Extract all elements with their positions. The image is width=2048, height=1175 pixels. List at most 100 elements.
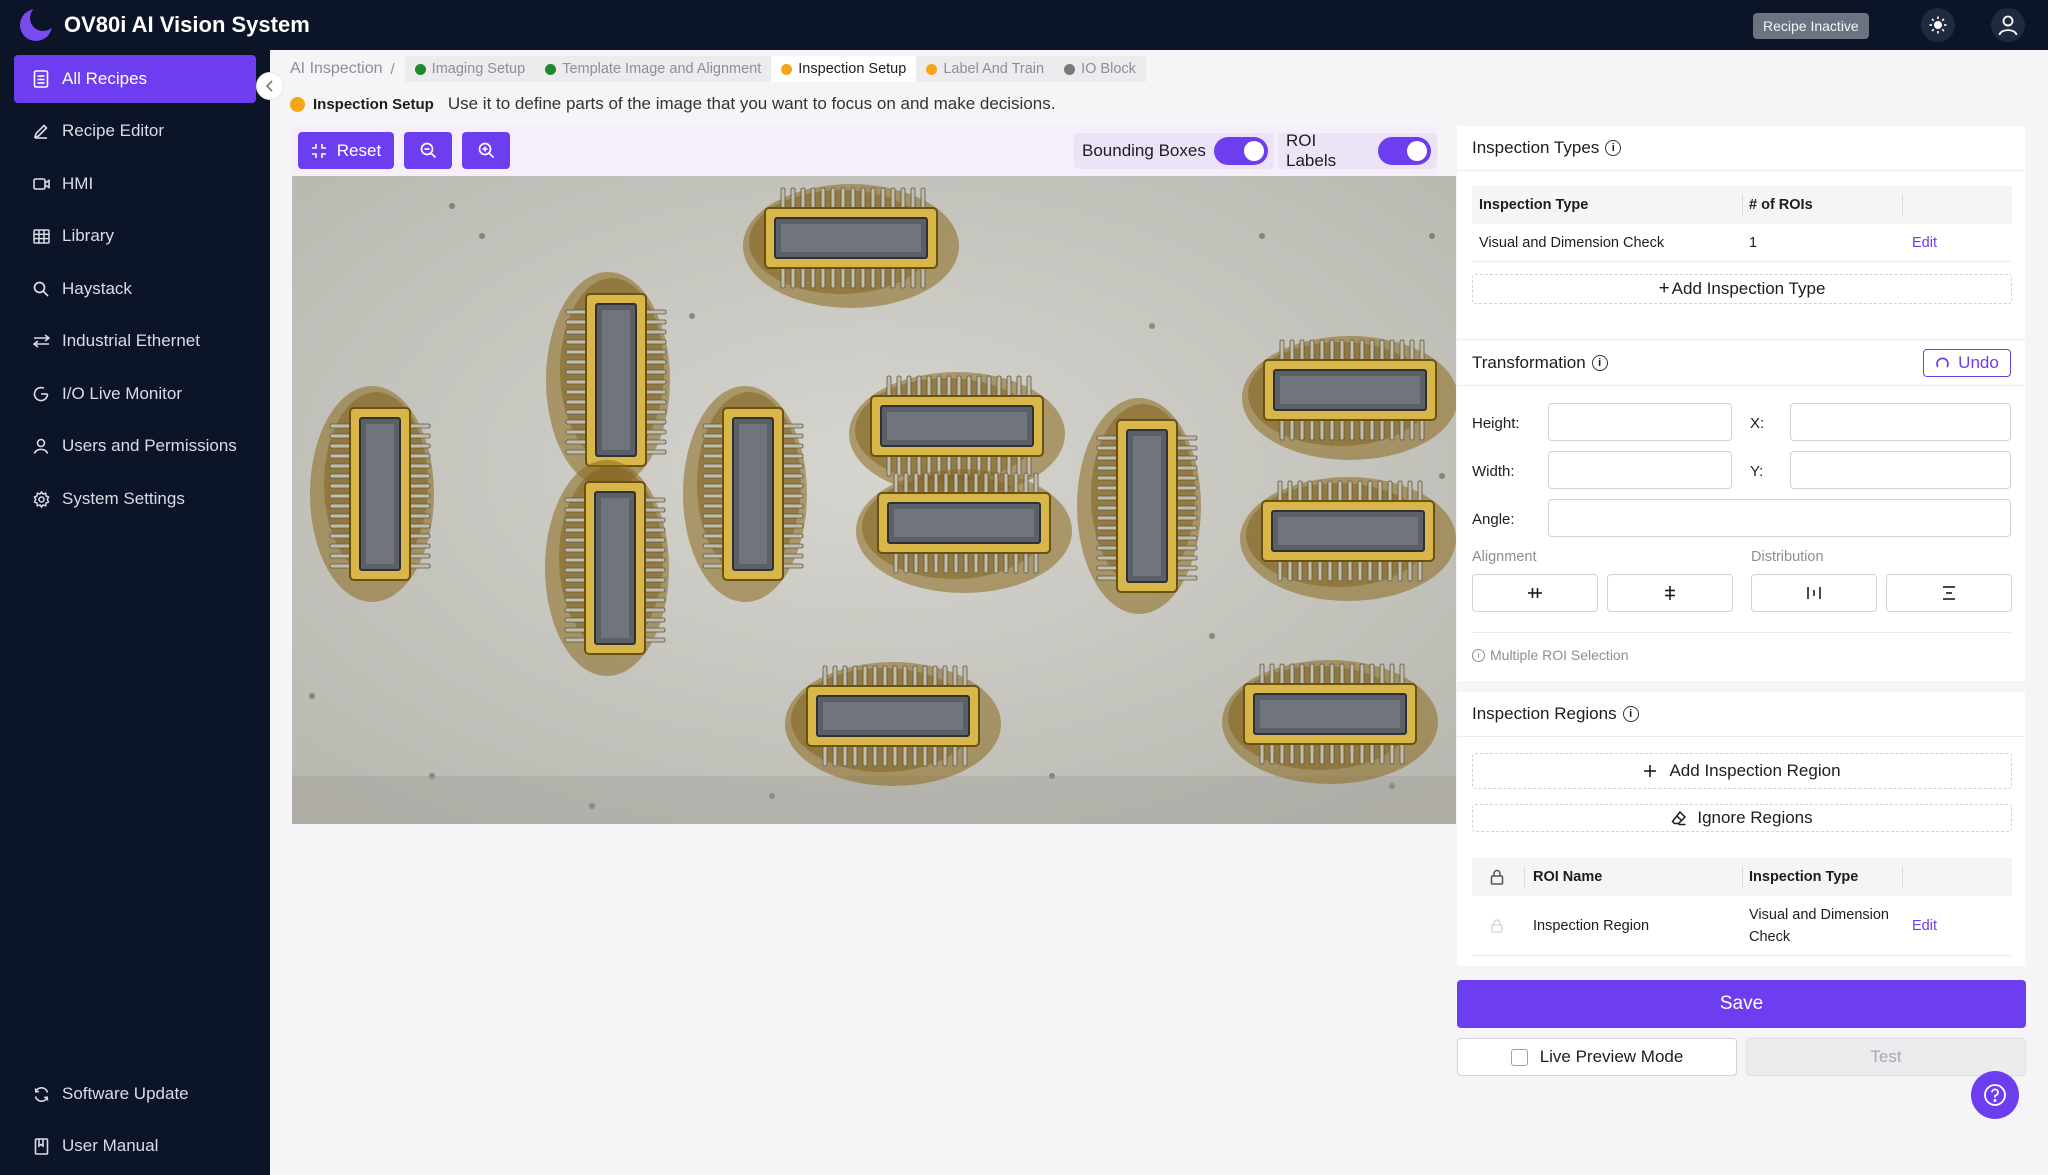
step-label: Template Image and Alignment — [562, 61, 762, 77]
sidebar-item-recipe-editor[interactable]: Recipe Editor — [14, 107, 256, 155]
sidebar-item-software-update[interactable]: Software Update — [14, 1070, 256, 1118]
ignore-regions-button[interactable]: Ignore Regions — [1472, 804, 2012, 832]
info-icon[interactable]: i — [1591, 355, 1608, 371]
breadcrumb-step-imaging-setup[interactable]: Imaging Setup — [404, 56, 536, 82]
width-input[interactable] — [1548, 451, 1732, 489]
sidebar-item-all-recipes[interactable]: All Recipes — [14, 55, 256, 103]
zoom-out-icon — [420, 142, 436, 159]
edit-inspection-type-link[interactable]: Edit — [1912, 224, 1937, 261]
test-button[interactable]: Test — [1746, 1038, 2026, 1076]
edit-roi-link[interactable]: Edit — [1912, 896, 1937, 955]
add-inspection-region-button[interactable]: Add Inspection Region — [1472, 753, 2012, 789]
theme-toggle-button[interactable] — [1921, 8, 1955, 42]
help-button[interactable] — [1971, 1071, 2019, 1119]
connector-part — [310, 386, 434, 602]
search-icon — [32, 280, 50, 298]
roi-labels-toggle[interactable]: ROI Labels — [1278, 131, 1437, 170]
inspection-regions-panel: Inspection Regions i Add Inspection Regi… — [1457, 692, 2025, 966]
status-dot — [1064, 63, 1076, 75]
breadcrumb-step-template-image[interactable]: Template Image and Alignment — [535, 56, 772, 82]
info-icon[interactable]: i — [1605, 140, 1622, 156]
breadcrumb: AI Inspection / Imaging Setup Template I… — [290, 56, 1146, 82]
inspection-image[interactable] — [292, 176, 1456, 824]
bounding-boxes-switch[interactable] — [1213, 137, 1268, 165]
height-input[interactable] — [1548, 403, 1732, 441]
sidebar-item-label: Users and Permissions — [62, 436, 237, 455]
sidebar-item-industrial-ethernet[interactable]: Industrial Ethernet — [14, 317, 256, 365]
breadcrumb-step-io-block[interactable]: IO Block — [1054, 56, 1146, 82]
connector-part — [743, 184, 959, 308]
connector-part — [1077, 398, 1201, 614]
panel-title-text: Inspection Types — [1472, 138, 1600, 157]
zoom-out-button[interactable] — [404, 132, 452, 169]
sidebar-item-library[interactable]: Library — [14, 212, 256, 260]
inspection-regions-table-header: ROI Name Inspection Type — [1472, 858, 2012, 896]
lock-toggle-icon[interactable] — [1491, 896, 1503, 955]
breadcrumb-root[interactable]: AI Inspection — [290, 60, 383, 78]
user-icon — [1998, 15, 2018, 36]
distribution-label: Distribution — [1751, 549, 1824, 565]
breadcrumb-step-label-and-train[interactable]: Label And Train — [916, 56, 1055, 82]
ignore-regions-label: Ignore Regions — [1697, 808, 1813, 827]
status-dot — [545, 63, 557, 75]
zoom-in-icon — [478, 142, 494, 159]
connector-part — [1240, 477, 1456, 601]
monitor-icon — [32, 385, 50, 403]
sidebar-item-io-live-monitor[interactable]: I/O Live Monitor — [14, 370, 256, 418]
network-icon — [32, 332, 50, 350]
info-icon[interactable]: i — [1622, 706, 1639, 722]
sidebar-item-system-settings[interactable]: System Settings — [14, 475, 256, 523]
sidebar: All Recipes Recipe Editor HMI Library Ha… — [0, 50, 270, 1175]
sidebar-item-user-manual[interactable]: User Manual — [14, 1122, 256, 1170]
sidebar-item-label: Industrial Ethernet — [62, 331, 200, 350]
status-dot — [781, 63, 793, 75]
roi-type-line: Check — [1749, 928, 1791, 945]
undo-button[interactable]: Undo — [1923, 349, 2011, 377]
add-inspection-region-label: Add Inspection Region — [1669, 761, 1841, 780]
sidebar-collapse-button[interactable] — [256, 72, 284, 100]
sidebar-item-users-and-permissions[interactable]: Users and Permissions — [14, 422, 256, 470]
reset-view-icon — [311, 143, 326, 158]
status-dot — [414, 63, 426, 75]
angle-input[interactable] — [1548, 499, 2011, 537]
live-preview-mode-button[interactable]: Live Preview Mode — [1457, 1038, 1737, 1076]
transformation-panel: Transformation i Undo Height: X: Width: … — [1457, 341, 2025, 681]
distribute-horizontal-button[interactable] — [1751, 574, 1877, 612]
status-dot — [926, 63, 938, 75]
connector-part — [545, 460, 669, 676]
height-label: Height: — [1472, 415, 1520, 432]
add-inspection-type-button[interactable]: + Add Inspection Type — [1472, 274, 2012, 304]
distribute-vertical-button[interactable] — [1886, 574, 2012, 612]
live-preview-checkbox[interactable] — [1510, 1048, 1528, 1066]
roi-type-line: Visual and Dimension — [1749, 906, 1889, 923]
connector-part — [683, 386, 807, 602]
multiple-roi-note-text: Multiple ROI Selection — [1490, 647, 1629, 663]
sidebar-item-label: Haystack — [62, 279, 132, 298]
save-button[interactable]: Save — [1457, 980, 2026, 1028]
connector-part — [546, 272, 670, 488]
user-icon — [32, 437, 50, 455]
add-inspection-type-label: Add Inspection Type — [1671, 279, 1826, 298]
step-label: Label And Train — [943, 61, 1045, 77]
roi-labels-switch[interactable] — [1377, 137, 1431, 165]
undo-icon — [1936, 357, 1950, 367]
reset-button[interactable]: Reset — [298, 132, 394, 169]
y-input[interactable] — [1790, 451, 2011, 489]
zoom-in-button[interactable] — [462, 132, 510, 169]
sidebar-item-label: Library — [62, 226, 114, 245]
connector-part — [856, 469, 1072, 593]
breadcrumb-step-inspection-setup[interactable]: Inspection Setup — [771, 56, 917, 82]
sidebar-item-hmi[interactable]: HMI — [14, 160, 256, 208]
y-label: Y: — [1750, 463, 1764, 480]
step-description: Inspection Setup Use it to define parts … — [290, 94, 1055, 114]
user-menu-button[interactable] — [1991, 8, 2025, 42]
align-vertical-center-button[interactable] — [1607, 574, 1733, 612]
sidebar-item-haystack[interactable]: Haystack — [14, 265, 256, 313]
bounding-boxes-toggle[interactable]: Bounding Boxes — [1074, 133, 1274, 169]
chevron-left-icon — [265, 80, 273, 92]
x-input[interactable] — [1790, 403, 2011, 441]
document-icon — [32, 70, 50, 88]
angle-label: Angle: — [1472, 511, 1515, 528]
step-label: Inspection Setup — [798, 61, 907, 77]
align-horizontal-center-button[interactable] — [1472, 574, 1598, 612]
